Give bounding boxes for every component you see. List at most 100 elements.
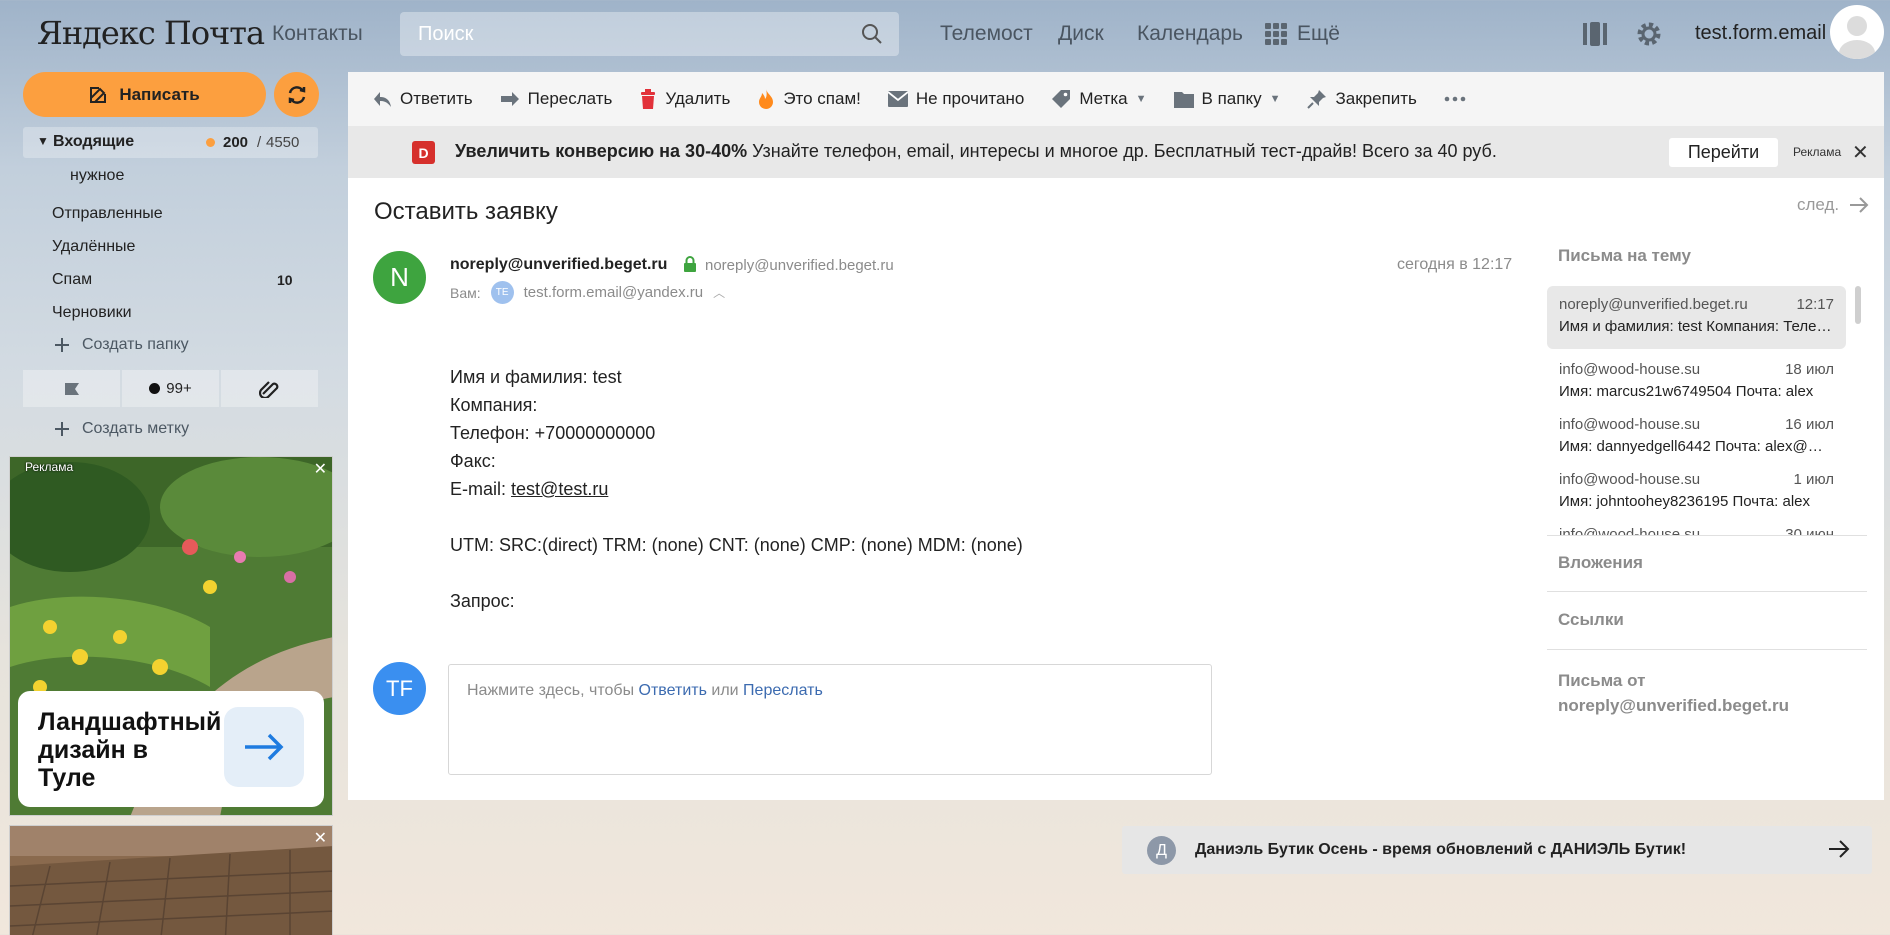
delete-button[interactable]: Удалить [639, 89, 730, 109]
forward-icon [500, 92, 519, 106]
recipient-address[interactable]: test.form.email@yandex.ru [524, 284, 703, 301]
sender-name[interactable]: noreply@unverified.beget.ru [450, 256, 667, 274]
next-message-link[interactable]: след. [1797, 195, 1869, 215]
plus-icon [55, 422, 69, 436]
forward-button[interactable]: Переслать [500, 89, 612, 109]
layout-toggle-icon[interactable] [1580, 20, 1608, 53]
body-fax-line: Факс: [450, 451, 496, 471]
notification-avatar: Д [1147, 836, 1176, 865]
thread-item-date: 12:17 [1796, 296, 1834, 313]
calendar-link[interactable]: Календарь [1137, 22, 1243, 46]
yandex-mail-logo[interactable]: Яндекс Почта [37, 14, 265, 52]
quick-reply-box[interactable]: Нажмите здесь, чтобы Ответить или Пересл… [448, 664, 1212, 775]
user-avatar[interactable] [1830, 5, 1884, 59]
arrow-right-icon[interactable] [1828, 839, 1850, 864]
unread-filter[interactable]: 99+ [122, 370, 219, 407]
sender-avatar[interactable]: N [373, 251, 426, 304]
disk-link[interactable]: Диск [1058, 22, 1104, 46]
thread-title: Письма на тему [1558, 246, 1691, 265]
thread-item[interactable]: info@wood-house.su 18 июл Имя: marcus21w6… [1547, 351, 1846, 414]
compose-button[interactable]: Написать [23, 72, 266, 117]
ad-card[interactable]: Ландшафтный дизайн в Туле [18, 691, 324, 807]
arrow-right-icon [245, 733, 284, 761]
folder-sent[interactable]: Отправленные [52, 205, 163, 223]
label-dropdown[interactable]: Метка ▼ [1051, 89, 1147, 109]
promo-go-button[interactable]: Перейти [1669, 138, 1778, 167]
ad-close-icon[interactable]: ✕ [314, 828, 327, 848]
compose-label: Написать [119, 84, 200, 104]
ad-banner-landscape[interactable]: Реклама ✕ Ландшафтный дизайн в Туле [9, 456, 333, 816]
my-avatar: TF [373, 662, 426, 715]
folder-inbox[interactable]: ▼ Входящие 200 / 4550 [23, 127, 318, 158]
body-utm-line: UTM: SRC:(direct) TRM: (none) CNT: (none… [450, 535, 1023, 555]
promo-ad-label: Реклама [1793, 145, 1842, 159]
attachments-filter[interactable] [221, 370, 318, 407]
thread-item[interactable]: noreply@unverified.beget.ru 12:17 Имя и ф… [1547, 286, 1846, 349]
more-actions-button[interactable] [1444, 96, 1466, 102]
thread-item[interactable]: info@wood-house.su 16 июл Имя: dannyedgel… [1547, 406, 1846, 469]
quick-reply-link[interactable]: Ответить [639, 682, 707, 699]
ad-banner-construction[interactable]: ✕ [9, 825, 333, 935]
folder-deleted[interactable]: Удалённые [52, 238, 135, 256]
unread-dot-icon [206, 138, 215, 147]
refresh-icon [288, 85, 305, 104]
reply-icon [374, 92, 391, 107]
folder-spam[interactable]: Спам [52, 271, 92, 289]
reply-label: Ответить [400, 89, 473, 108]
folder-drafts[interactable]: Черновики [52, 304, 132, 322]
links-section[interactable]: Ссылки [1558, 610, 1624, 630]
divider [1547, 535, 1867, 536]
divider [1547, 649, 1867, 650]
letters-from-section[interactable]: Письма от noreply@unverified.beget.ru [1558, 668, 1789, 718]
chevron-up-icon[interactable]: ︿ [713, 284, 725, 301]
flag-icon [64, 382, 79, 395]
search-box[interactable] [400, 12, 899, 56]
thread-item-date: 16 июл [1785, 416, 1834, 433]
thread-item[interactable]: info@wood-house.su 30 июн [1547, 516, 1846, 536]
mark-unread-button[interactable]: Не прочитано [887, 89, 1024, 109]
reply-button[interactable]: Ответить [372, 89, 473, 109]
flagged-filter[interactable] [23, 370, 120, 407]
telemost-link[interactable]: Телемост [940, 22, 1033, 46]
quick-forward-link[interactable]: Переслать [743, 682, 823, 699]
more-services[interactable]: Ещё [1265, 22, 1340, 46]
inbox-label: Входящие [53, 133, 135, 150]
ad-tag: Реклама [25, 460, 74, 474]
ad-go-button[interactable] [224, 707, 304, 787]
unread-filter-count: 99+ [166, 380, 192, 397]
paperclip-icon [258, 380, 278, 398]
thread-item[interactable]: info@wood-house.su 1 июл Имя: johntoohey8… [1547, 461, 1846, 524]
create-label-link[interactable]: Создать метку [54, 420, 189, 438]
refresh-button[interactable] [274, 72, 319, 117]
spam-label: Это спам! [783, 89, 861, 108]
folder-needed[interactable]: нужное [70, 167, 124, 185]
pencil-icon [90, 86, 107, 103]
move-to-folder-dropdown[interactable]: В папку ▼ [1173, 89, 1280, 109]
thread-scrollbar[interactable] [1855, 286, 1861, 324]
thread-item-date: 18 июл [1785, 361, 1834, 378]
spam-button[interactable]: Это спам! [757, 88, 861, 110]
collapse-triangle-icon[interactable]: ▼ [37, 134, 49, 148]
thread-list: noreply@unverified.beget.ru 12:17 Имя и ф… [1547, 286, 1846, 536]
folder-icon [1173, 92, 1194, 108]
promo-text[interactable]: Увеличить конверсию на 30-40% Узнайте те… [455, 141, 1497, 162]
pin-icon [1307, 90, 1327, 109]
search-icon[interactable] [861, 23, 883, 50]
attachments-section[interactable]: Вложения [1558, 553, 1643, 573]
reply-or: или [711, 682, 739, 699]
inbox-unread-count[interactable]: 200 [223, 134, 248, 151]
next-label: след. [1797, 195, 1840, 214]
quick-filter-bar: 99+ [23, 370, 318, 407]
promo-close-icon[interactable]: ✕ [1852, 140, 1869, 165]
ad-close-icon[interactable]: ✕ [314, 459, 327, 479]
settings-gear-icon[interactable] [1635, 20, 1663, 53]
pin-button[interactable]: Закрепить [1307, 89, 1417, 109]
promo-banner: D Увеличить конверсию на 30-40% Узнайте … [348, 126, 1884, 178]
sender-address[interactable]: noreply@unverified.beget.ru [705, 257, 894, 274]
user-login[interactable]: test.form.email [1695, 22, 1826, 45]
search-input[interactable] [400, 12, 899, 56]
contacts-link[interactable]: Контакты [272, 22, 363, 46]
create-folder-link[interactable]: Создать папку [54, 336, 189, 354]
email-link[interactable]: test@test.ru [511, 479, 608, 499]
promo-notification[interactable]: Д Даниэль Бутик Осень - время обновлений… [1122, 826, 1872, 874]
